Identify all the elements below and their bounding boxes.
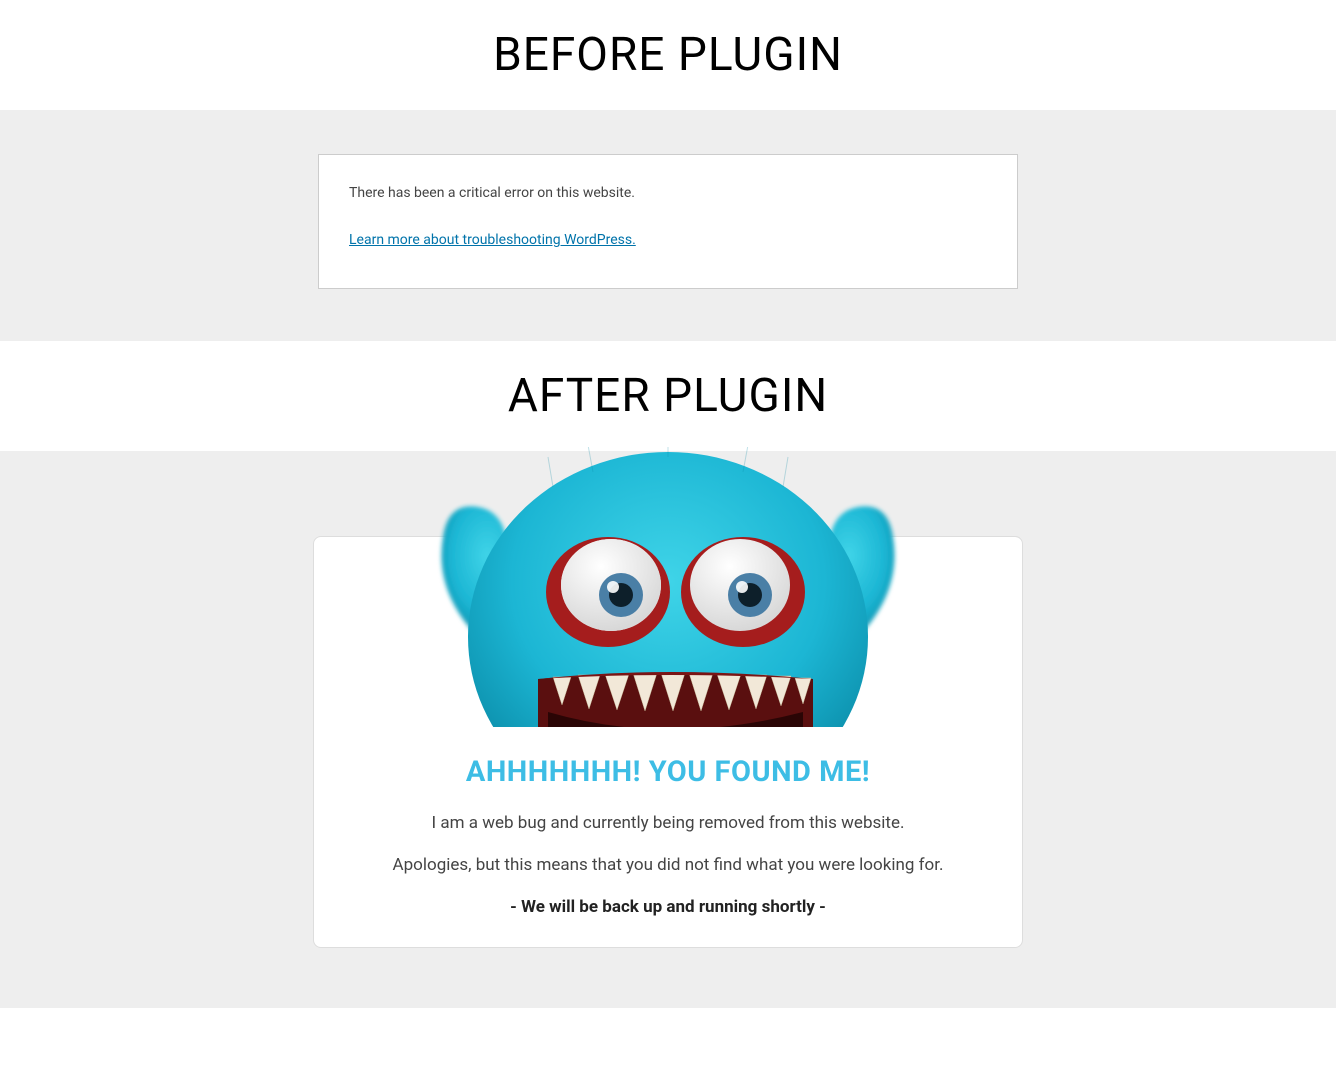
- after-line1: I am a web bug and currently being remov…: [314, 813, 1022, 833]
- monster-image: [314, 492, 1022, 727]
- after-title: AFTER PLUGIN: [0, 341, 1336, 451]
- critical-error-text: There has been a critical error on this …: [349, 185, 987, 201]
- before-card: There has been a critical error on this …: [318, 154, 1018, 289]
- before-area: There has been a critical error on this …: [0, 110, 1336, 341]
- after-heading: AHHHHHHH! YOU FOUND ME!: [314, 755, 1022, 789]
- after-line2: Apologies, but this means that you did n…: [314, 855, 1022, 875]
- after-card: AHHHHHHH! YOU FOUND ME! I am a web bug a…: [313, 536, 1023, 948]
- after-area: AHHHHHHH! YOU FOUND ME! I am a web bug a…: [0, 451, 1336, 1008]
- before-title: BEFORE PLUGIN: [0, 0, 1336, 110]
- after-line3: - We will be back up and running shortly…: [314, 897, 1022, 917]
- monster-icon: [373, 447, 963, 727]
- learn-more-link[interactable]: Learn more about troubleshooting WordPre…: [349, 232, 636, 248]
